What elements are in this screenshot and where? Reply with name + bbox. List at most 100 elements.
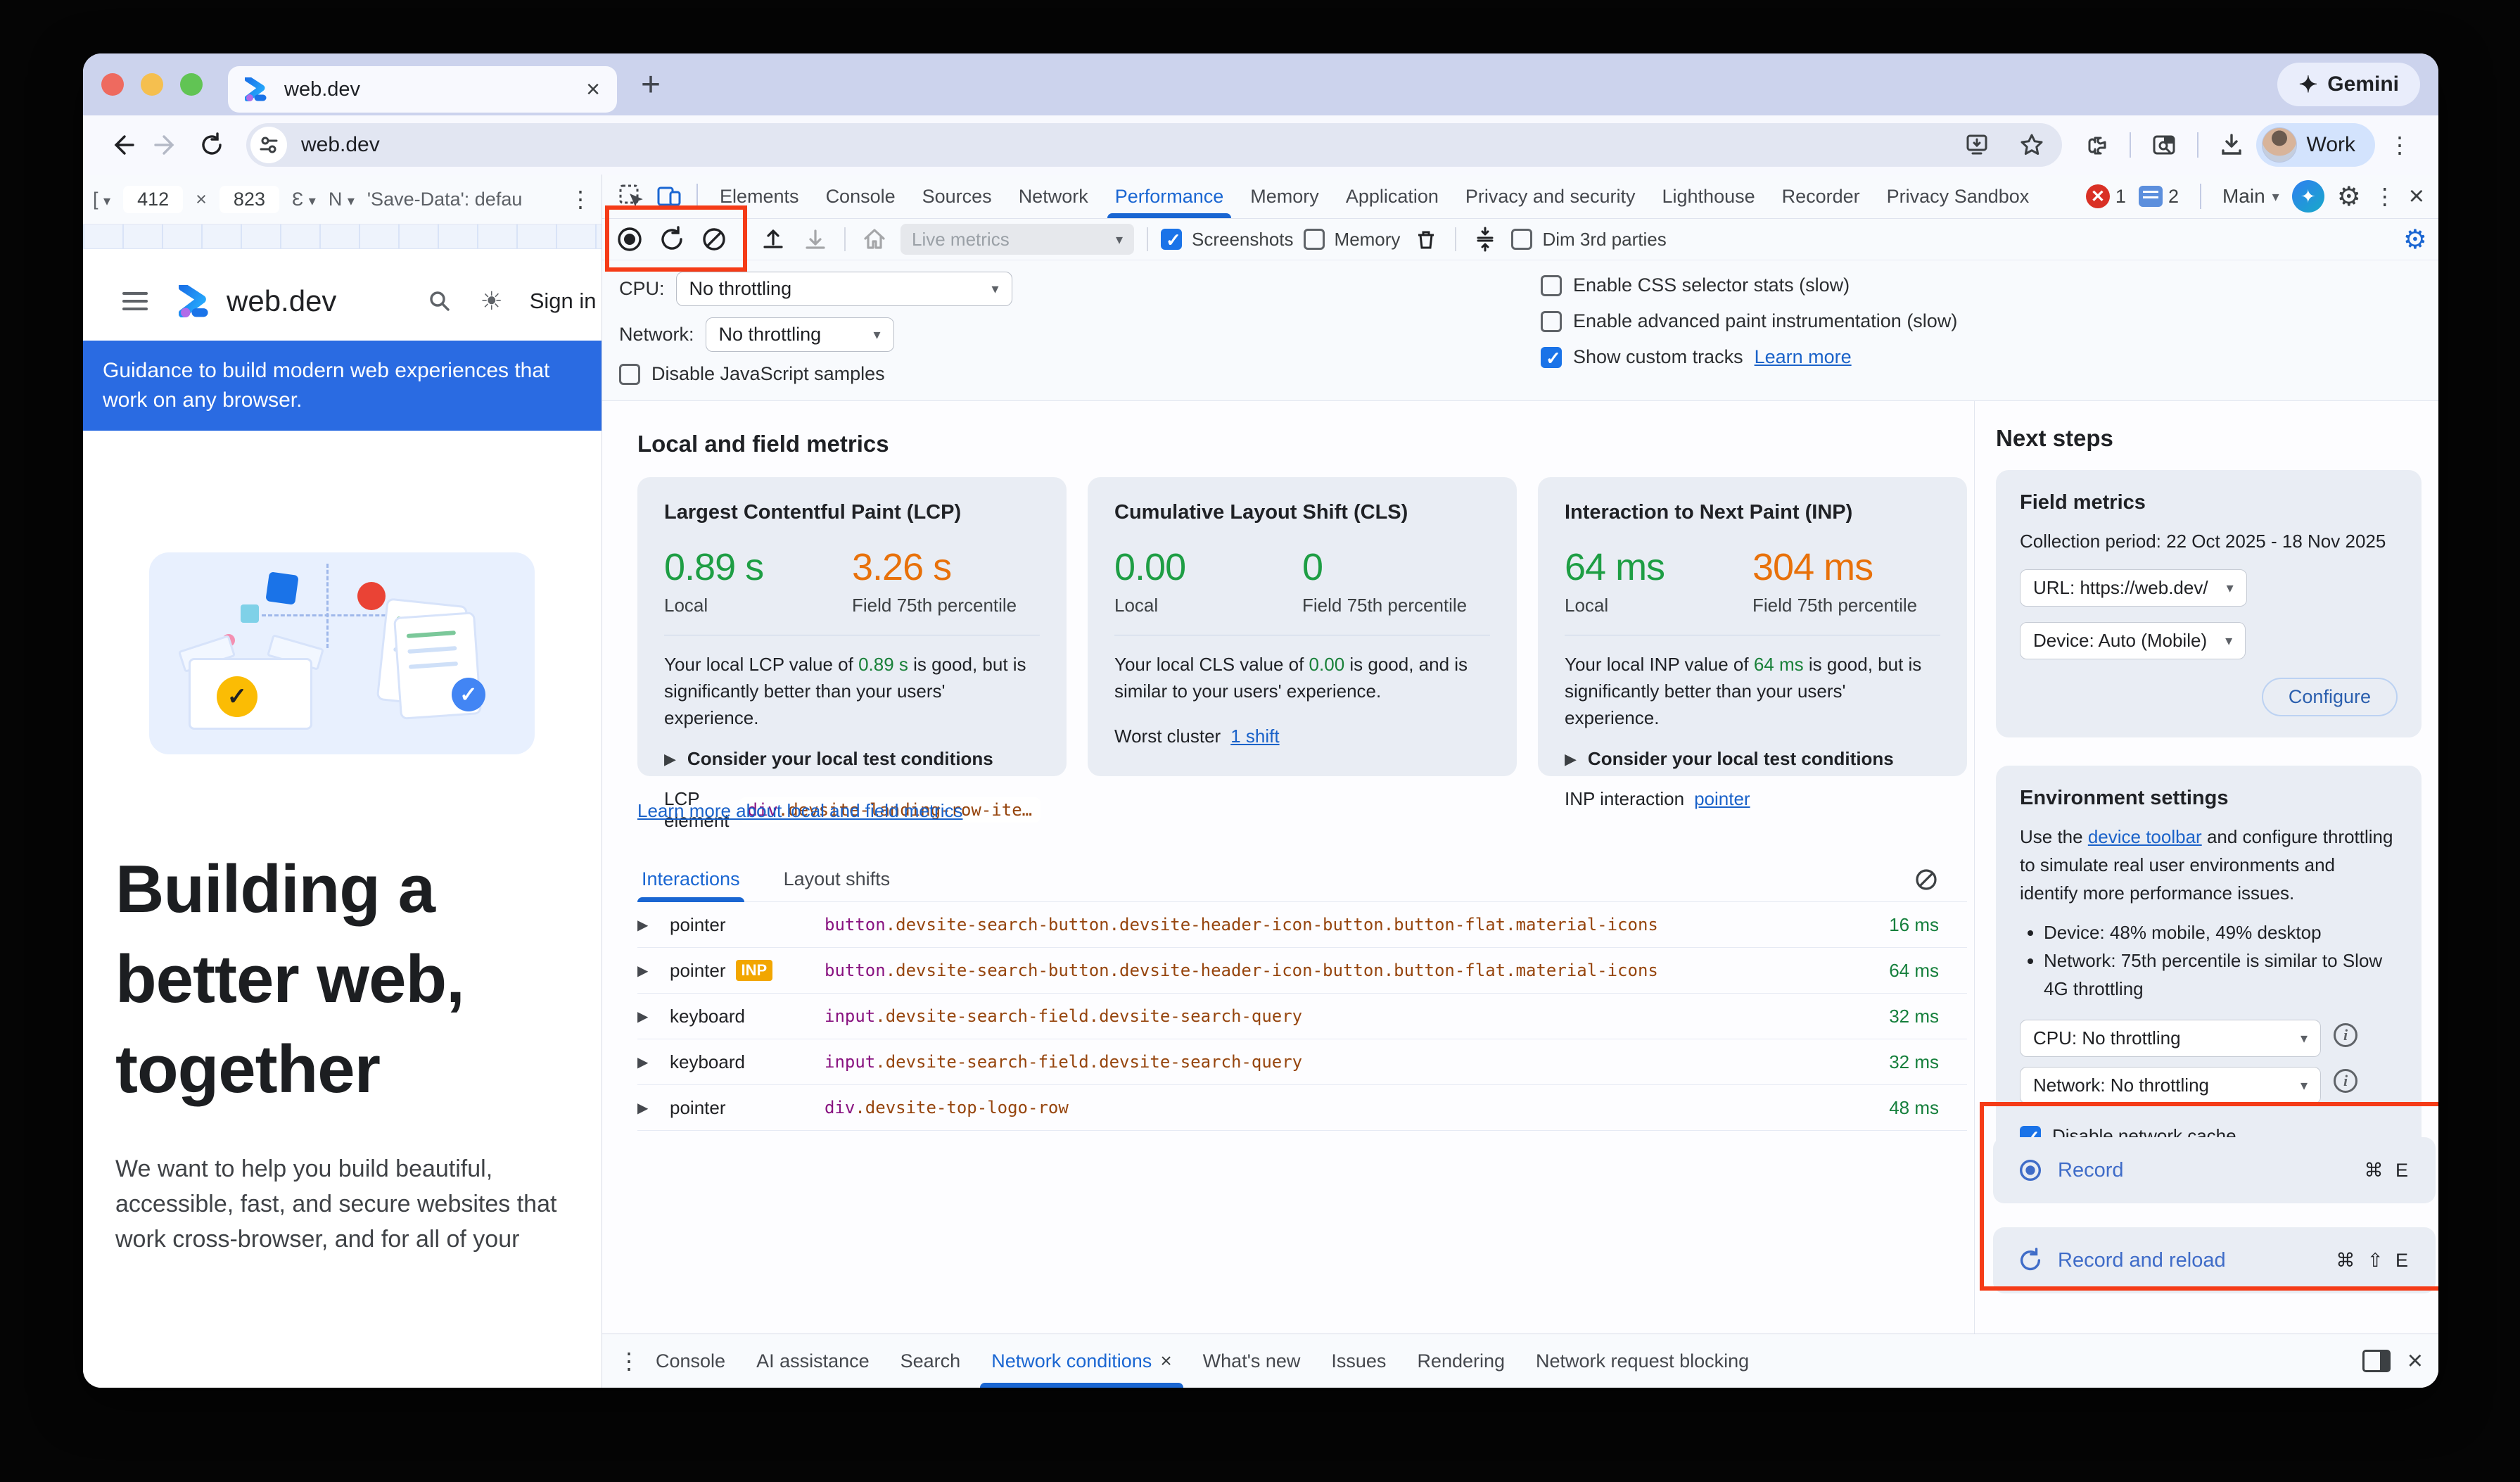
site-settings-icon[interactable] <box>250 127 287 163</box>
url-text[interactable]: web.dev <box>301 133 1942 157</box>
expand-icon[interactable]: ▶ <box>637 962 670 980</box>
field-url-select[interactable]: URL: https://web.dev/▾ <box>2020 569 2247 607</box>
env-cpu-select[interactable]: CPU: No throttling▾ <box>2020 1020 2321 1057</box>
drawer-tab-rendering[interactable]: Rendering <box>1401 1334 1520 1388</box>
tab-application[interactable]: Application <box>1332 175 1452 218</box>
collect-garbage-icon[interactable] <box>1410 223 1442 255</box>
tab-privacy-sandbox[interactable]: Privacy Sandbox <box>1873 175 2043 218</box>
js-context-select[interactable]: Main ▾ <box>2222 185 2279 208</box>
browser-menu-icon[interactable]: ⋮ <box>2379 125 2420 165</box>
env-network-select[interactable]: Network: No throttling▾ <box>2020 1067 2321 1104</box>
install-icon[interactable] <box>1956 125 1997 165</box>
record-and-reload-button[interactable]: Record and reload ⌘ ⇧ E <box>1993 1227 2436 1293</box>
search-icon[interactable] <box>428 289 452 313</box>
tab-elements[interactable]: Elements <box>706 175 813 218</box>
drawer-tab-whats-new[interactable]: What's new <box>1188 1334 1316 1388</box>
gemini-button[interactable]: ✦ Gemini <box>2277 63 2420 106</box>
interaction-row[interactable]: ▶ keyboard input.devsite-search-field.de… <box>637 1039 1967 1085</box>
interaction-row[interactable]: ▶ keyboard input.devsite-search-field.de… <box>637 994 1967 1039</box>
tab-network[interactable]: Network <box>1005 175 1102 218</box>
drawer-tab-network-conditions[interactable]: Network conditions × <box>976 1334 1187 1388</box>
interaction-selector[interactable]: button.devsite-search-button.devsite-hea… <box>825 961 1847 980</box>
new-tab-button[interactable]: + <box>641 65 661 104</box>
lcp-test-conditions-expander[interactable]: ▶ Consider your local test conditions <box>664 748 1040 770</box>
clear-icon[interactable] <box>698 223 730 255</box>
menu-icon[interactable] <box>122 300 148 303</box>
close-window-button[interactable] <box>101 73 124 96</box>
omnibox[interactable]: web.dev <box>246 123 2062 167</box>
back-button[interactable] <box>101 125 142 165</box>
drawer-tab-console[interactable]: Console <box>640 1334 741 1388</box>
device-select[interactable]: [ ▾ <box>93 189 110 210</box>
tab-close-icon[interactable]: × <box>586 76 600 103</box>
dock-side-icon[interactable] <box>2362 1350 2391 1372</box>
zoom-select[interactable]: Ɛ ▾ <box>292 189 316 210</box>
expand-icon[interactable]: ▶ <box>637 1053 670 1071</box>
expand-icon[interactable]: ▶ <box>637 1008 670 1025</box>
expand-icon[interactable]: ▶ <box>637 1099 670 1117</box>
drawer-tab-ai-assistance[interactable]: AI assistance <box>741 1334 885 1388</box>
drawer-menu-icon[interactable]: ⋮ <box>618 1348 640 1374</box>
device-toolbar-menu-icon[interactable]: ⋮ <box>569 186 592 213</box>
theme-toggle-icon[interactable]: ☀ <box>480 286 502 316</box>
forward-button[interactable] <box>146 125 187 165</box>
throttle-select[interactable]: N ▾ <box>329 189 355 210</box>
tab-sources[interactable]: Sources <box>909 175 1005 218</box>
interaction-selector[interactable]: input.devsite-search-field.devsite-searc… <box>825 1006 1847 1026</box>
drawer-tab-close-icon[interactable]: × <box>1160 1350 1171 1372</box>
configure-button[interactable]: Configure <box>2262 678 2398 716</box>
interaction-row[interactable]: ▶ pointer INP button.devsite-search-butt… <box>637 948 1967 994</box>
collapse-sections-icon[interactable] <box>1469 223 1501 255</box>
sign-in-link[interactable]: Sign in <box>530 289 597 314</box>
record-icon[interactable] <box>613 223 646 255</box>
disable-js-samples-checkbox[interactable] <box>619 364 640 385</box>
interaction-selector[interactable]: input.devsite-search-field.devsite-searc… <box>825 1052 1847 1072</box>
device-height-input[interactable]: 823 <box>219 186 279 213</box>
tab-recorder[interactable]: Recorder <box>1769 175 1873 218</box>
interaction-row[interactable]: ▶ pointer button.devsite-search-button.d… <box>637 902 1967 948</box>
expand-icon[interactable]: ▶ <box>637 916 670 934</box>
error-badge[interactable]: ✕ 1 <box>2086 184 2126 208</box>
drawer-tab-search[interactable]: Search <box>885 1334 976 1388</box>
devtools-close-icon[interactable]: × <box>2409 182 2424 212</box>
reload-button[interactable] <box>191 125 232 165</box>
custom-tracks-checkbox[interactable] <box>1541 347 1562 368</box>
settings-gear-icon[interactable]: ⚙ <box>2337 181 2361 213</box>
network-info-icon[interactable]: i <box>2334 1069 2357 1093</box>
inspect-element-icon[interactable] <box>612 177 650 215</box>
cpu-throttling-select[interactable]: No throttling ▾ <box>676 272 1012 306</box>
tab-layout-shifts[interactable]: Layout shifts <box>779 857 895 901</box>
tab-privacy-security[interactable]: Privacy and security <box>1452 175 1649 218</box>
drawer-tab-issues[interactable]: Issues <box>1316 1334 1401 1388</box>
custom-tracks-learn-more-link[interactable]: Learn more <box>1755 346 1852 368</box>
ai-assistance-icon[interactable]: ✦ <box>2292 180 2324 213</box>
drawer-tab-network-request-blocking[interactable]: Network request blocking <box>1520 1334 1764 1388</box>
tab-console[interactable]: Console <box>813 175 909 218</box>
tab-performance[interactable]: Performance <box>1102 175 1237 218</box>
save-profile-icon[interactable] <box>799 223 832 255</box>
profile-button[interactable]: Work <box>2256 123 2375 167</box>
maximize-window-button[interactable] <box>180 73 203 96</box>
record-button[interactable]: Record ⌘ E <box>1993 1137 2436 1203</box>
tab-lighthouse[interactable]: Lighthouse <box>1649 175 1769 218</box>
home-icon[interactable] <box>858 223 891 255</box>
inp-test-conditions-expander[interactable]: ▶ Consider your local test conditions <box>1565 748 1940 770</box>
inp-interaction-link[interactable]: pointer <box>1694 788 1750 810</box>
field-device-select[interactable]: Device: Auto (Mobile)▾ <box>2020 622 2246 659</box>
bookmark-star-icon[interactable] <box>2011 125 2052 165</box>
load-profile-icon[interactable] <box>757 223 789 255</box>
record-and-reload-icon[interactable] <box>656 223 688 255</box>
network-throttling-select[interactable]: No throttling ▾ <box>706 317 894 352</box>
drawer-close-icon[interactable]: × <box>2407 1346 2423 1376</box>
downloads-icon[interactable] <box>2211 125 2252 165</box>
capture-settings-gear-icon[interactable]: ⚙ <box>2403 224 2427 255</box>
device-toolbar-link[interactable]: device toolbar <box>2088 826 2202 847</box>
interaction-row[interactable]: ▶ pointer div.devsite-top-logo-row 48 ms <box>637 1085 1967 1131</box>
device-toolbar-toggle-icon[interactable] <box>650 177 688 215</box>
site-logo[interactable]: web.dev <box>179 284 336 318</box>
dim-3rd-parties-checkbox[interactable] <box>1511 229 1532 250</box>
paint-instrumentation-checkbox[interactable] <box>1541 311 1562 332</box>
cpu-info-icon[interactable]: i <box>2334 1023 2357 1047</box>
tab-interactions[interactable]: Interactions <box>637 857 744 901</box>
css-selector-stats-checkbox[interactable] <box>1541 275 1562 296</box>
